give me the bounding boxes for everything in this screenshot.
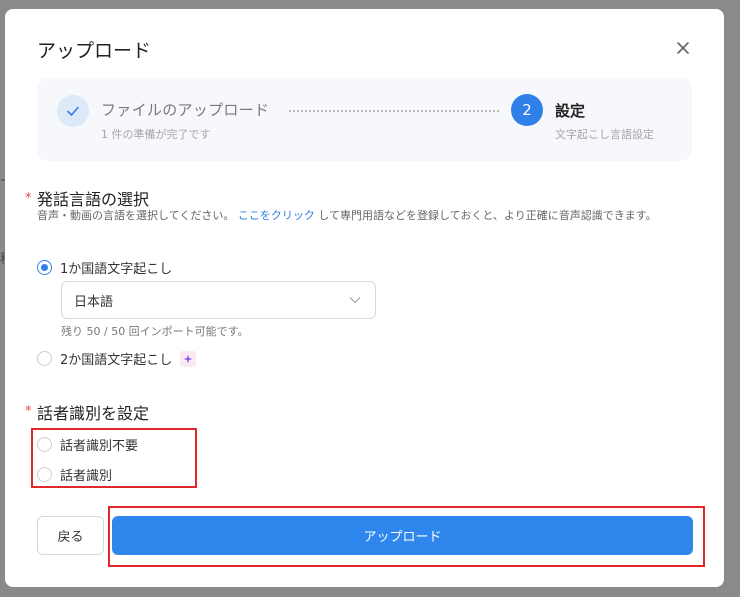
option-bilingual[interactable]: 2か国語文字起こし: [37, 349, 197, 368]
upload-button[interactable]: アップロード: [112, 516, 693, 555]
radio-no-speaker-id[interactable]: [37, 437, 52, 452]
radio-speaker-id[interactable]: [37, 467, 52, 482]
sparkle-icon: [180, 350, 197, 367]
register-terms-link[interactable]: ここをクリック: [238, 209, 315, 222]
close-button[interactable]: [672, 37, 694, 59]
radio-monolingual[interactable]: [37, 260, 52, 275]
radio-bilingual[interactable]: [37, 351, 52, 366]
option-no-speaker-id[interactable]: 話者識別不要: [37, 435, 138, 454]
step-2-number: 2: [511, 94, 543, 126]
chevron-down-icon: [349, 297, 361, 304]
required-mark: *: [25, 191, 32, 206]
option-label: 話者識別: [60, 469, 113, 484]
step-1-subtitle: 1 件の準備が完了です: [101, 128, 211, 141]
required-mark: *: [25, 404, 32, 419]
step-1-title: ファイルのアップロード: [101, 101, 270, 119]
description-text: して専門用語などを登録しておくと、より正確に音声認識できます。: [318, 209, 657, 222]
option-speaker-id[interactable]: 話者識別: [37, 465, 112, 484]
option-monolingual[interactable]: 1か国語文字起こし: [37, 258, 172, 277]
upload-dialog: アップロード ファイルのアップロード 1 件の準備が完了です 2 設定 文字起こ…: [5, 9, 724, 587]
back-button[interactable]: 戻る: [37, 516, 104, 555]
import-quota-note: 残り 50 / 50 回インポート可能です。: [61, 325, 249, 338]
step-connector: [289, 110, 499, 112]
option-label: 話者識別不要: [60, 439, 139, 454]
dialog-title: アップロード: [37, 40, 152, 62]
step-indicator: ファイルのアップロード 1 件の準備が完了です 2 設定 文字起こし言語設定: [37, 78, 692, 161]
speaker-section-title: 話者識別を設定: [37, 404, 150, 423]
step-2-title: 設定: [555, 102, 586, 120]
close-icon: [677, 42, 689, 54]
step-2-subtitle: 文字起こし言語設定: [555, 128, 654, 141]
option-label: 1か国語文字起こし: [60, 262, 173, 277]
option-label: 2か国語文字起こし: [60, 353, 173, 368]
description-text: 音声・動画の言語を選択してください。: [37, 209, 235, 222]
step-1-indicator: [57, 95, 89, 127]
language-select[interactable]: 日本語: [61, 281, 376, 319]
language-description: 音声・動画の言語を選択してください。 ここをクリック して専門用語などを登録して…: [37, 207, 692, 225]
check-icon: [67, 106, 79, 116]
language-select-value: 日本語: [74, 294, 114, 310]
